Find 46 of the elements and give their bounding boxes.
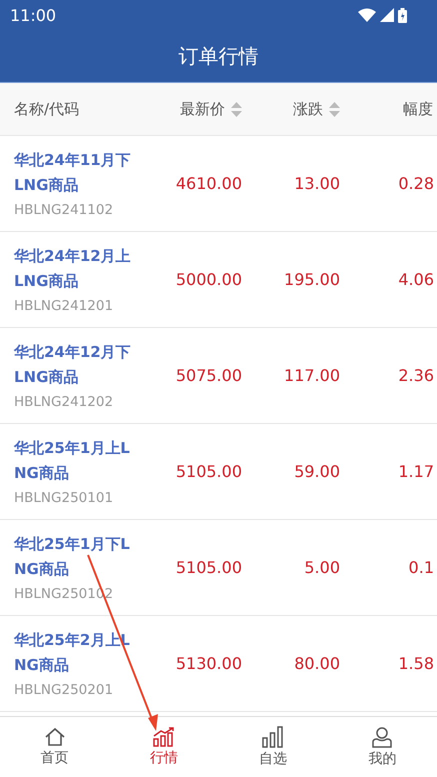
column-header: 幅度 [403, 100, 433, 118]
latest-price: 5130.00 [174, 654, 242, 673]
wifi-icon [358, 8, 376, 22]
change-percent: 1.17 [397, 462, 434, 481]
column-header: 名称/代码 [14, 100, 80, 118]
product-name[interactable]: 华北25年1月上LNG商品 [14, 436, 136, 486]
change-percent: 2.36 [397, 366, 434, 385]
product-name[interactable]: 华北25年1月下LNG商品 [14, 532, 136, 582]
signal-icon [380, 8, 394, 22]
price-change: 59.00 [293, 462, 340, 481]
home-icon [44, 727, 66, 747]
battery-icon [398, 8, 407, 22]
price-change: 80.00 [293, 654, 340, 673]
product-code: HBLNG241102 [14, 200, 114, 220]
status-time: 11:00 [10, 6, 56, 24]
user-icon [371, 726, 394, 748]
nav-tab[interactable]: 首页 [0, 717, 110, 777]
sort-icon[interactable] [329, 102, 340, 116]
product-name[interactable]: 华北24年12月下LNG商品 [14, 340, 136, 390]
change-percent: 1.58 [397, 654, 434, 673]
price-change: 195.00 [283, 270, 340, 289]
change-percent: 0.28 [397, 174, 434, 193]
latest-price: 4610.00 [174, 174, 242, 193]
nav-tab[interactable]: 行情 [109, 717, 218, 777]
column-header[interactable]: 最新价 [180, 100, 225, 118]
bar-chart-icon [152, 727, 175, 747]
latest-price: 5105.00 [174, 558, 242, 577]
price-change: 5.00 [303, 558, 340, 577]
product-name[interactable]: 华北24年12月上LNG商品 [14, 244, 136, 294]
sort-icon[interactable] [231, 102, 242, 116]
product-code: HBLNG250101 [14, 488, 114, 508]
product-code: HBLNG241202 [14, 392, 114, 412]
column-header[interactable]: 涨跌 [293, 100, 323, 118]
nav-tab[interactable]: 自选 [218, 717, 328, 777]
price-change: 117.00 [283, 366, 340, 385]
price-change: 13.00 [293, 174, 340, 193]
change-percent: 0.1 [408, 558, 434, 577]
nav-tab[interactable]: 我的 [328, 717, 437, 777]
latest-price: 5105.00 [174, 462, 242, 481]
latest-price: 5000.00 [174, 270, 242, 289]
product-code: HBLNG250201 [14, 680, 114, 700]
product-code: HBLNG241201 [14, 296, 114, 316]
latest-price: 5075.00 [174, 366, 242, 385]
product-name[interactable]: 华北24年11月下LNG商品 [14, 148, 136, 198]
bar-chart-icon [262, 726, 284, 748]
change-percent: 4.06 [397, 270, 434, 289]
